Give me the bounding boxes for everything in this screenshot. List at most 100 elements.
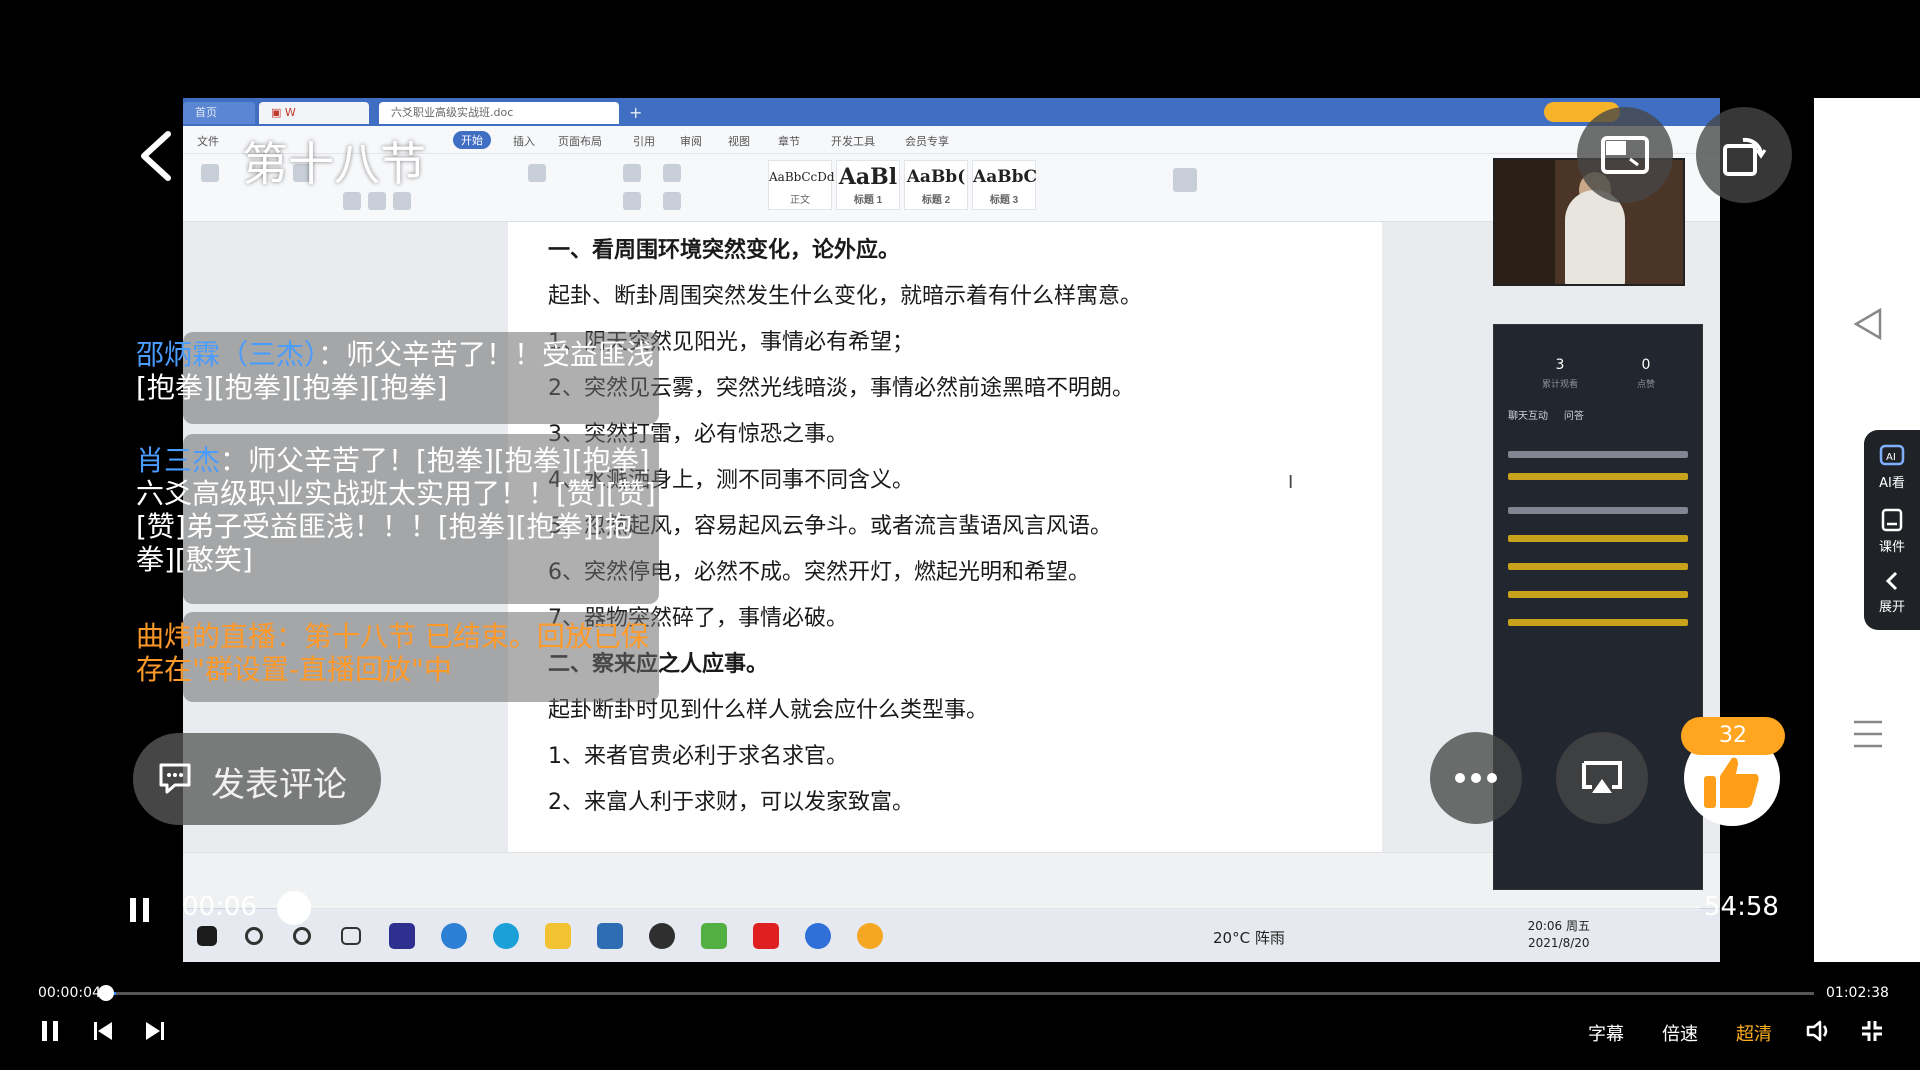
comment-item: 邵炳霖（三杰）：师父辛苦了！！受益匪浅[抱拳][抱拳][抱拳][抱拳] — [136, 338, 656, 404]
wps-logo: ▣ W — [259, 102, 369, 124]
spacing-icon — [663, 192, 681, 210]
tab-home: 首页 — [183, 102, 255, 124]
stat-viewers: 3 累计观看 — [1541, 357, 1578, 390]
quality-button[interactable]: 超清 — [1736, 1020, 1772, 1046]
tab-document: 六爻职业高级实战班.doc — [379, 102, 619, 124]
side-panel: AI AI看 课件 展开 — [1864, 430, 1920, 630]
airplay-icon — [1582, 761, 1622, 793]
presenter — [1565, 190, 1625, 284]
chat-line — [1508, 507, 1688, 514]
total-time: 54:58 — [1704, 892, 1779, 922]
more-button[interactable] — [1430, 732, 1522, 824]
side-label: AI看 — [1879, 476, 1905, 491]
menu-item: 开发工具 — [831, 135, 875, 148]
doc-line: 1、来者官贵必利于求名求官。 — [548, 744, 848, 769]
ai-icon: AI — [1879, 444, 1905, 466]
ie-icon — [441, 923, 467, 949]
outer-current-time: 00:00:04 — [38, 985, 101, 1001]
bold-icon — [343, 192, 361, 210]
app-tab-bar: 首页 ▣ W 六爻职业高级实战班.doc + — [183, 98, 1720, 126]
menu-item: 审阅 — [680, 135, 702, 148]
volume-icon[interactable] — [1806, 1020, 1832, 1042]
menu-icon[interactable] — [1852, 718, 1884, 750]
indent-icon — [663, 164, 681, 182]
doc-line: 起卦、断卦周围突然发生什么变化，就暗示着有什么样寓意。 — [548, 284, 1143, 309]
app-icon — [805, 923, 831, 949]
mail-icon — [597, 923, 623, 949]
bookshelf — [1495, 160, 1555, 284]
underline-icon — [393, 192, 411, 210]
menu-item: 引用 — [633, 135, 655, 148]
comment-input-button[interactable]: 发表评论 — [133, 733, 381, 825]
italic-icon — [368, 192, 386, 210]
stat-likes: 0 点赞 — [1636, 357, 1655, 390]
expand-button[interactable]: 展开 — [1864, 570, 1920, 615]
ai-view-button[interactable]: AI AI看 — [1864, 444, 1920, 491]
app-status-bar — [183, 852, 1720, 908]
wps-icon — [753, 923, 779, 949]
chat-line — [1508, 591, 1688, 598]
new-tab-icon: + — [629, 103, 643, 122]
subtitle-button[interactable]: 字幕 — [1588, 1020, 1624, 1046]
comment-item: 肖三杰：师父辛苦了！[抱拳][抱拳][抱拳]六爻高级职业实战班太实用了！！[赞]… — [136, 444, 656, 576]
menu-item-active: 开始 — [453, 131, 491, 149]
chevron-left-icon — [1885, 571, 1898, 591]
weather-text: 20°C 阵雨 — [1213, 929, 1285, 947]
courseware-button[interactable]: 课件 — [1864, 508, 1920, 555]
chat-line — [1508, 563, 1688, 570]
svg-text:AI: AI — [1886, 452, 1896, 463]
comment-placeholder: 发表评论 — [211, 765, 347, 805]
outer-progress-knob[interactable] — [98, 985, 114, 1001]
side-label: 课件 — [1878, 540, 1905, 555]
pause-icon[interactable] — [128, 896, 152, 924]
pause-icon[interactable] — [40, 1020, 60, 1042]
menu-item: 页面布局 — [558, 135, 602, 148]
style-heading-1: AaBl 标题 1 — [836, 160, 900, 210]
progress-knob[interactable] — [277, 891, 311, 925]
system-message: 曲炜的直播：第十八节 已结束。回放已保存在"群设置-直播回放"中 — [136, 620, 649, 686]
os-taskbar: 20°C 阵雨 20:06 周五 2021/8/20 — [183, 908, 1720, 962]
font-size-icon — [528, 164, 546, 182]
page-title: 第十八节 — [242, 137, 426, 191]
xbox-icon — [649, 923, 675, 949]
courseware-icon — [1881, 508, 1903, 532]
edge-icon — [493, 923, 519, 949]
find-replace-icon — [1173, 168, 1197, 192]
chat-line — [1508, 619, 1688, 626]
chat-app-icon — [701, 923, 727, 949]
outer-progress-bar[interactable] — [106, 992, 1814, 995]
panel-tabs: 聊天互动 问答 — [1508, 411, 1584, 422]
chat-line — [1508, 535, 1688, 542]
menu-item: 章节 — [778, 135, 800, 148]
android-back-icon[interactable] — [1850, 306, 1886, 342]
task-view-icon — [341, 927, 361, 945]
rotate-button[interactable] — [1696, 107, 1792, 203]
video-progress-bar[interactable] — [290, 906, 1700, 910]
list-icon — [623, 164, 641, 182]
outer-total-time: 01:02:38 — [1826, 985, 1889, 1001]
search-icon — [245, 927, 263, 945]
like-count-badge: 32 — [1681, 717, 1785, 755]
rotate-icon — [1723, 137, 1767, 176]
comment-icon — [159, 763, 191, 794]
cortana-icon — [293, 927, 311, 945]
current-time: 00:06 — [182, 892, 257, 922]
app-icon — [389, 923, 415, 949]
pip-button[interactable] — [1577, 107, 1673, 203]
back-icon[interactable] — [136, 128, 176, 184]
align-icon — [623, 192, 641, 210]
folder-icon — [545, 923, 571, 949]
menu-item: 文件 — [197, 135, 219, 148]
next-icon[interactable] — [144, 1020, 166, 1042]
comment-user: 肖三杰 — [136, 444, 221, 477]
previous-icon[interactable] — [92, 1020, 114, 1042]
style-normal: AaBbCcDd 正文 — [768, 160, 835, 210]
app-icon — [857, 923, 883, 949]
chat-line — [1508, 451, 1688, 458]
chat-line — [1508, 473, 1688, 480]
side-label: 展开 — [1878, 600, 1905, 615]
cast-button[interactable] — [1556, 732, 1648, 824]
exit-fullscreen-icon[interactable] — [1860, 1019, 1884, 1043]
speed-button[interactable]: 倍速 — [1662, 1020, 1698, 1046]
comment-user: 邵炳霖（三杰） — [136, 338, 319, 371]
